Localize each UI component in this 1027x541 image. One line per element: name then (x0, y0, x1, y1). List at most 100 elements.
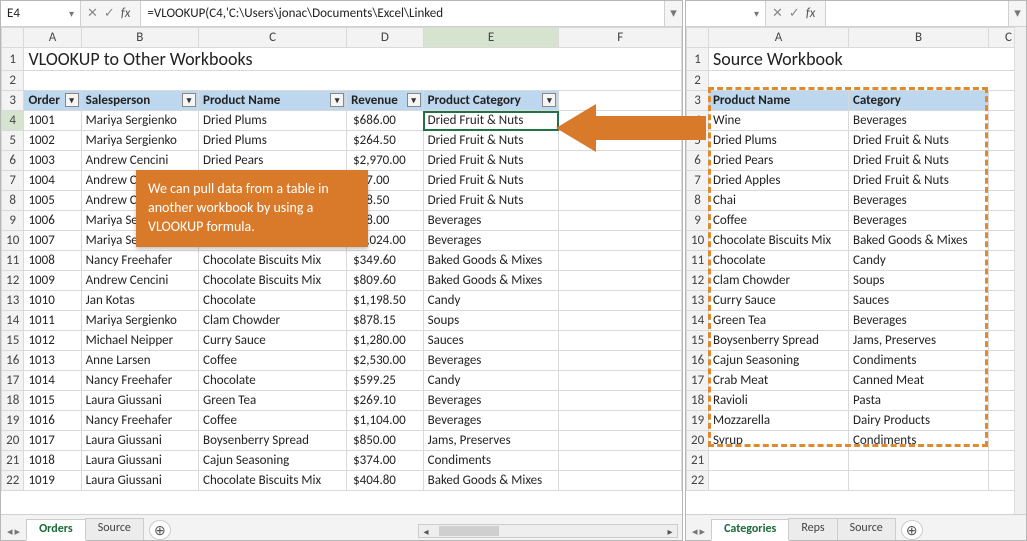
cell-product[interactable]: Curry Sauce (199, 331, 347, 351)
cell-salesperson[interactable]: Anne Larsen (81, 351, 198, 371)
col-header-B[interactable]: B (81, 28, 198, 48)
cell-product[interactable]: Chocolate Biscuits Mix (709, 231, 849, 251)
cell-revenue[interactable]: 404.80 (347, 471, 424, 491)
row-header[interactable]: 3 (2, 91, 24, 111)
table-header[interactable]: Salesperson▾ (81, 91, 198, 111)
row-header[interactable]: 16 (2, 351, 24, 371)
cell[interactable] (709, 451, 849, 471)
formula-input[interactable] (826, 1, 1008, 26)
table-header[interactable]: Category (849, 91, 989, 111)
cancel-icon[interactable]: ✕ (87, 6, 98, 21)
cell-revenue[interactable]: 264.50 (347, 131, 424, 151)
cell[interactable] (559, 191, 682, 211)
cell-product[interactable]: Dried Plums (709, 131, 849, 151)
cell[interactable] (559, 351, 682, 371)
cell-category[interactable]: Soups (849, 271, 989, 291)
add-sheet-button[interactable]: ⊕ (901, 520, 923, 540)
filter-dropdown-icon[interactable]: ▾ (330, 93, 344, 107)
tab-nav[interactable]: ◂ ▸ (5, 525, 26, 540)
table-header[interactable]: Product Name▾ (199, 91, 347, 111)
filter-dropdown-icon[interactable]: ▾ (542, 93, 556, 107)
row-header[interactable]: 21 (2, 451, 24, 471)
row-header[interactable]: 15 (2, 331, 24, 351)
cell-category[interactable]: Dried Fruit & Nuts (849, 151, 989, 171)
cell-salesperson[interactable]: Andrew Cencini (81, 151, 198, 171)
cell-salesperson[interactable]: Andrew Cencini (81, 271, 198, 291)
cell-category[interactable]: Candy (849, 251, 989, 271)
cell-category[interactable]: Candy (423, 291, 559, 311)
cell[interactable] (559, 331, 682, 351)
row-header[interactable]: 12 (2, 271, 24, 291)
formula-input[interactable]: =VLOOKUP(C4,'C:\Users\jonac\Documents\Ex… (141, 1, 664, 26)
cell-order[interactable]: 1011 (24, 311, 81, 331)
row-header[interactable]: 19 (687, 411, 709, 431)
cell[interactable] (559, 471, 682, 491)
cell-revenue[interactable]: 269.10 (347, 391, 424, 411)
cell-revenue[interactable]: 1,280.00 (347, 331, 424, 351)
cell-product[interactable]: Ravioli (709, 391, 849, 411)
cell[interactable] (559, 171, 682, 191)
cell-order[interactable]: 1012 (24, 331, 81, 351)
cell-revenue[interactable]: 1,104.00 (347, 411, 424, 431)
scroll-left-icon[interactable]: ◂ (419, 525, 433, 538)
cell[interactable] (559, 451, 682, 471)
cell-category[interactable]: Condiments (849, 351, 989, 371)
row-header[interactable]: 14 (2, 311, 24, 331)
cell-order[interactable]: 1010 (24, 291, 81, 311)
tab-source[interactable]: Source (85, 518, 144, 540)
cell[interactable] (559, 251, 682, 271)
cell-category[interactable]: Dried Fruit & Nuts (423, 171, 559, 191)
filter-dropdown-icon[interactable]: ▾ (182, 93, 196, 107)
row-header[interactable]: 2 (2, 71, 24, 91)
row-header[interactable]: 17 (2, 371, 24, 391)
tab-next-icon[interactable]: ▸ (700, 525, 706, 538)
cell-order[interactable]: 1002 (24, 131, 81, 151)
row-header[interactable]: 18 (2, 391, 24, 411)
cell[interactable] (559, 291, 682, 311)
cell-product[interactable]: Chocolate (199, 371, 347, 391)
tab-prev-icon[interactable]: ◂ (692, 525, 698, 538)
row-header[interactable]: 1 (687, 48, 709, 71)
table-header[interactable]: Order▾ (24, 91, 81, 111)
tab-source[interactable]: Source (837, 518, 896, 540)
cell-order[interactable]: 1016 (24, 411, 81, 431)
row-header[interactable]: 9 (687, 211, 709, 231)
accept-icon[interactable]: ✓ (104, 6, 115, 21)
cell-category[interactable]: Candy (423, 371, 559, 391)
cell-category[interactable]: Dried Fruit & Nuts (423, 131, 559, 151)
cell-salesperson[interactable]: Nancy Freehafer (81, 251, 198, 271)
cell-product[interactable]: Chocolate (709, 251, 849, 271)
cell[interactable] (849, 471, 989, 491)
col-header-A[interactable]: A (709, 28, 849, 48)
page-title[interactable]: VLOOKUP to Other Workbooks (24, 48, 682, 71)
select-all-cell[interactable] (2, 28, 24, 48)
cell-product[interactable]: Chocolate Biscuits Mix (199, 471, 347, 491)
cell-category[interactable]: Baked Goods & Mixes (849, 231, 989, 251)
cell-product[interactable]: Coffee (199, 351, 347, 371)
cell-salesperson[interactable]: Laura Giussani (81, 391, 198, 411)
cell-order[interactable]: 1007 (24, 231, 81, 251)
cell-category[interactable]: Dried Fruit & Nuts (849, 131, 989, 151)
cell-order[interactable]: 1004 (24, 171, 81, 191)
col-header-B[interactable]: B (849, 28, 989, 48)
cell-salesperson[interactable]: Mariya Sergienko (81, 311, 198, 331)
row-header[interactable]: 6 (2, 151, 24, 171)
cell-salesperson[interactable]: Mariya Sergienko (81, 131, 198, 151)
cell[interactable] (24, 71, 682, 91)
cell-product[interactable]: Mozzarella (709, 411, 849, 431)
row-header[interactable]: 20 (687, 431, 709, 451)
cell-product[interactable]: Clam Chowder (199, 311, 347, 331)
cell-product[interactable]: Dried Pears (709, 151, 849, 171)
col-header-C[interactable]: C (199, 28, 347, 48)
cell-product[interactable]: Clam Chowder (709, 271, 849, 291)
cell-product[interactable]: Dried Plums (199, 131, 347, 151)
cell-product[interactable]: Crab Meat (709, 371, 849, 391)
row-header[interactable]: 22 (2, 471, 24, 491)
tab-reps[interactable]: Reps (788, 518, 837, 540)
cell-product[interactable]: Boysenberry Spread (199, 431, 347, 451)
cell-category[interactable]: Dried Fruit & Nuts (423, 151, 559, 171)
cell-order[interactable]: 1006 (24, 211, 81, 231)
cell-category[interactable]: Dairy Products (849, 411, 989, 431)
tab-prev-icon[interactable]: ◂ (7, 525, 13, 538)
cell-product[interactable]: Green Tea (709, 311, 849, 331)
